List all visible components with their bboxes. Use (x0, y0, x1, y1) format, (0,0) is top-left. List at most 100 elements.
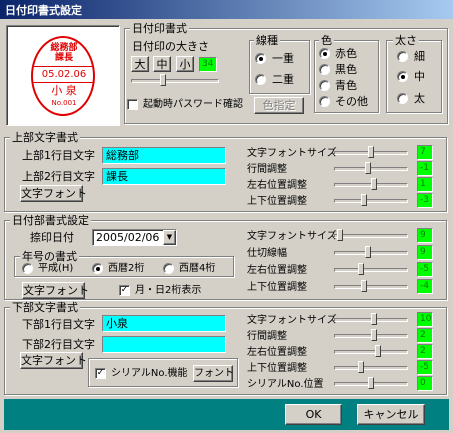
slider-thumb[interactable] (371, 178, 377, 190)
bottom-line1-label: 下部1行目文字 (22, 318, 95, 331)
thickness-mid-radio[interactable] (397, 71, 408, 82)
top-line1-label: 上部1行目文字 (22, 149, 95, 162)
slider-thumb[interactable] (160, 74, 166, 86)
color-select-button[interactable]: 色指定 (254, 97, 304, 114)
bottom-param-value: 0 (417, 376, 433, 391)
top-param-label: 左右位置調整 (247, 180, 307, 191)
bottom-param-slider[interactable] (334, 361, 408, 375)
color-red-radio[interactable] (319, 48, 330, 59)
date-param-value: 9 (417, 228, 433, 243)
bottom-param-slider[interactable] (334, 329, 408, 343)
size-medium-button[interactable]: 中 (153, 56, 171, 72)
bottom-param-value: 2 (417, 328, 433, 343)
thickness-thick-radio[interactable] (397, 93, 408, 104)
top-param-value: -1 (417, 161, 433, 176)
stamp-name: 小 泉 (51, 84, 77, 97)
bottom-font-button[interactable]: 文字フォント (20, 352, 87, 369)
ok-button[interactable]: OK (285, 404, 342, 425)
cancel-button[interactable]: キャンセル (357, 404, 425, 425)
stamp-date-value: 2005/02/06 (96, 231, 160, 244)
stamp-size-value: 34 (199, 57, 217, 72)
stamp-date-label: 捺印日付 (30, 231, 74, 244)
top-param-slider[interactable] (334, 178, 408, 192)
stamp-date: 05.02.06 (41, 69, 87, 80)
slider-track (334, 268, 408, 272)
stamp-divider-top (33, 66, 93, 67)
top-font-button[interactable]: 文字フォント (20, 185, 87, 202)
year-2digit-label: 西暦2桁 (108, 263, 145, 274)
bottom-param-slider[interactable] (334, 313, 408, 327)
top-param-slider[interactable] (334, 162, 408, 176)
top-line1-input[interactable]: 総務部 (102, 147, 226, 164)
bottom-param-label: シリアルNo.位置 (247, 379, 324, 390)
slider-thumb[interactable] (361, 194, 367, 206)
slider-track (334, 234, 408, 238)
year-heisei-radio[interactable] (22, 263, 33, 274)
thickness-mid-label: 中 (414, 70, 425, 83)
top-param-slider[interactable] (334, 146, 408, 160)
title-bar[interactable]: 日付印書式設定 (0, 0, 453, 19)
slider-thumb[interactable] (375, 345, 381, 357)
line-single-radio[interactable] (255, 53, 266, 64)
startup-password-checkbox[interactable] (127, 99, 138, 110)
date-format-group-label: 日付印書式 (130, 22, 189, 35)
date-param-slider[interactable] (334, 263, 408, 277)
md2-checkbox[interactable]: ✓ (119, 285, 130, 296)
year-4digit-radio[interactable] (163, 263, 174, 274)
stamp-size-slider[interactable] (131, 74, 219, 88)
slider-track (131, 79, 219, 83)
slider-thumb[interactable] (368, 146, 374, 158)
color-red-label: 赤色 (335, 47, 357, 60)
top-param-label: 上下位置調整 (247, 196, 307, 207)
slider-thumb[interactable] (368, 377, 374, 389)
slider-thumb[interactable] (337, 229, 343, 241)
bottom-line2-input[interactable] (102, 336, 226, 353)
slider-track (334, 350, 408, 354)
top-param-value: -3 (417, 193, 433, 208)
date-param-slider[interactable] (334, 229, 408, 243)
chevron-down-icon[interactable]: ▼ (163, 230, 176, 245)
serial-checkbox[interactable]: ✓ (95, 368, 106, 379)
bottom-line1-input[interactable]: 小泉 (102, 315, 226, 332)
top-line2-input[interactable]: 課長 (102, 168, 226, 185)
slider-thumb[interactable] (365, 246, 371, 258)
bottom-param-label: 行間調整 (247, 331, 287, 342)
top-param-slider[interactable] (334, 194, 408, 208)
top-param-value: 7 (417, 145, 433, 160)
slider-track (334, 285, 408, 289)
color-blue-label: 青色 (335, 79, 357, 92)
date-param-slider[interactable] (334, 246, 408, 260)
slider-track (334, 366, 408, 370)
year-2digit-radio[interactable] (92, 263, 103, 274)
bottom-param-slider[interactable] (334, 377, 408, 391)
line-double-radio[interactable] (255, 74, 266, 85)
bottom-param-label: 上下位置調整 (247, 363, 307, 374)
stamp-date-select[interactable]: 2005/02/06 ▼ (92, 229, 177, 246)
bottom-line2-label: 下部2行目文字 (22, 338, 95, 351)
date-param-label: 左右位置調整 (247, 265, 307, 276)
date-param-slider[interactable] (334, 280, 408, 294)
bottom-param-label: 文字フォントサイズ (247, 315, 337, 326)
serial-font-button[interactable]: フォント (193, 365, 234, 382)
slider-thumb[interactable] (358, 263, 364, 275)
bottom-param-value: -5 (417, 360, 433, 375)
line-double-label: 二重 (272, 73, 294, 86)
color-blue-radio[interactable] (319, 80, 330, 91)
size-large-button[interactable]: 大 (131, 56, 149, 72)
md2-label: 月・日2桁表示 (135, 285, 202, 296)
slider-track (334, 199, 408, 203)
line-type-group-label: 線種 (254, 34, 280, 47)
slider-thumb[interactable] (358, 361, 364, 373)
slider-thumb[interactable] (371, 313, 377, 325)
slider-thumb[interactable] (361, 280, 367, 292)
date-font-button[interactable]: 文字フォント (22, 282, 89, 299)
color-black-label: 黒色 (335, 63, 357, 76)
size-small-button[interactable]: 小 (176, 56, 194, 72)
color-black-radio[interactable] (319, 64, 330, 75)
slider-thumb[interactable] (365, 162, 371, 174)
thickness-thin-radio[interactable] (397, 51, 408, 62)
bottom-param-slider[interactable] (334, 345, 408, 359)
slider-thumb[interactable] (371, 329, 377, 341)
color-other-radio[interactable] (319, 96, 330, 107)
thickness-thick-label: 太 (414, 92, 425, 105)
